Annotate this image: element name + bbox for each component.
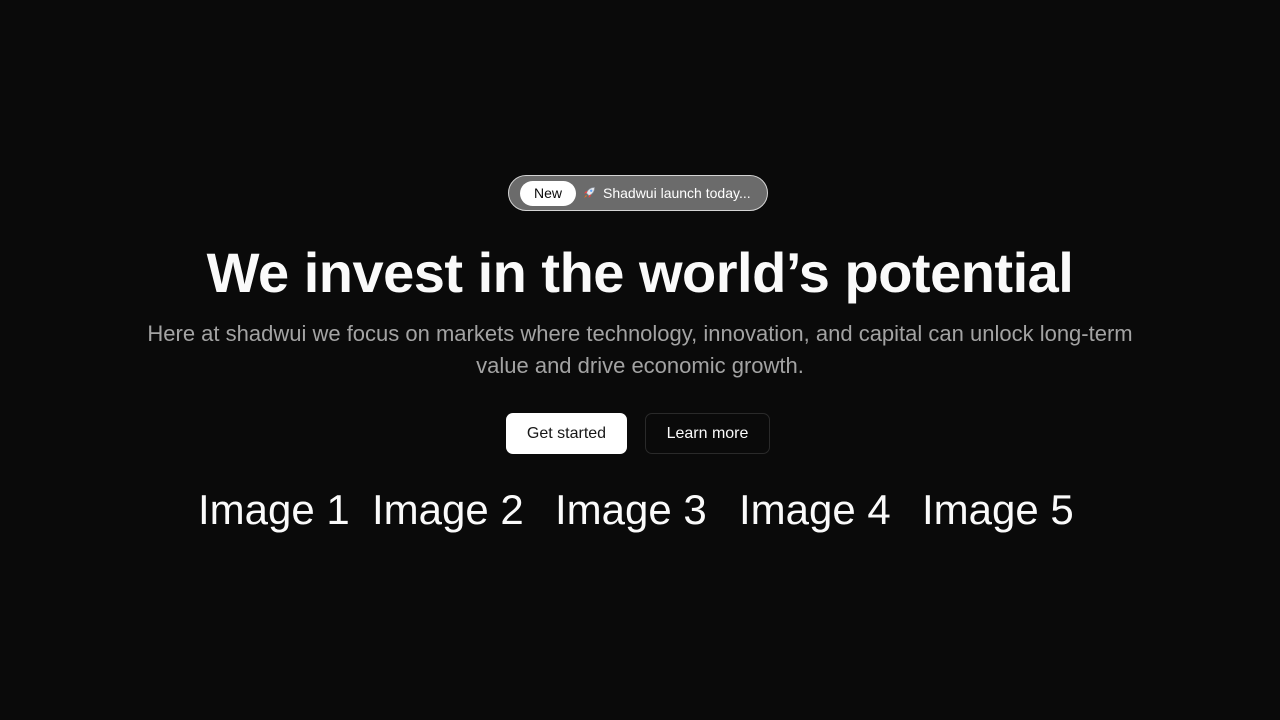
hero-subtitle: Here at shadwui we focus on markets wher… — [147, 321, 1133, 378]
image-placeholder: Image 4 — [739, 486, 891, 533]
learn-more-button[interactable]: Learn more — [645, 413, 770, 454]
image-placeholder: Image 2 — [372, 486, 524, 533]
rocket-icon — [582, 186, 598, 200]
announcement-text: Shadwui launch today... — [603, 185, 751, 201]
announcement-pill[interactable]: New Shadwui launch today... — [508, 175, 768, 211]
image-row: Image 1 Image 2 Image 3 Image 4 Image 5 — [0, 484, 1280, 536]
image-placeholder: Image 5 — [922, 486, 1074, 533]
get-started-button[interactable]: Get started — [506, 413, 627, 454]
image-placeholder: Image 3 — [555, 486, 707, 533]
hero-section: New Shadwui launch today... We invest in… — [0, 0, 1280, 720]
hero-title: We invest in the world’s potential — [206, 241, 1074, 304]
image-placeholder: Image 1 — [198, 486, 350, 533]
new-badge: New — [520, 180, 576, 206]
